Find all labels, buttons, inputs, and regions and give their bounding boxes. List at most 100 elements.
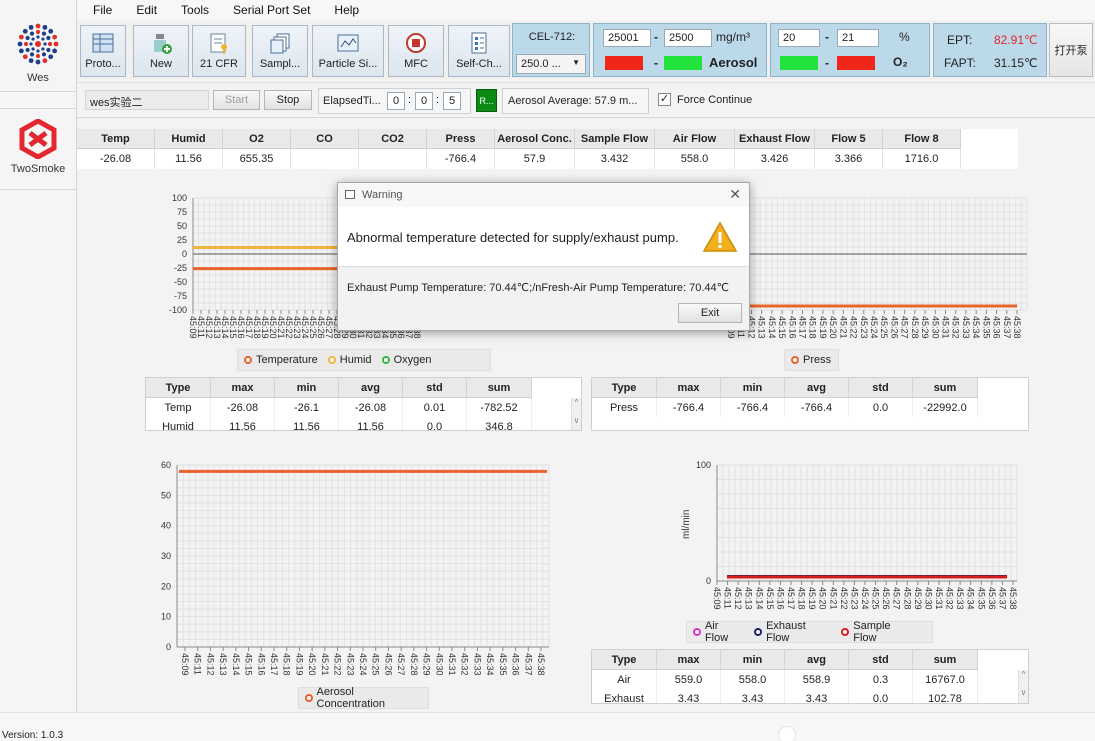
sidebar-app-twosmoke[interactable]: TwoSmoke xyxy=(0,108,76,190)
x-tick-label: 45:32 xyxy=(460,653,470,676)
stats-column-header[interactable]: sum xyxy=(913,650,978,670)
legend-air-flow[interactable]: Air Flow xyxy=(693,620,744,644)
logo-dot xyxy=(22,54,28,60)
oxygen-min-input[interactable]: 20 xyxy=(778,29,820,47)
checklist-icon xyxy=(467,32,491,54)
legend-humid[interactable]: Humid xyxy=(327,354,372,366)
column-header[interactable]: Temp xyxy=(77,129,155,149)
scroll-up-icon[interactable]: ^ xyxy=(1022,670,1026,679)
column-header[interactable]: Flow 8 xyxy=(883,129,961,149)
stats-column-header[interactable]: avg xyxy=(785,378,849,398)
x-tick-label: 45:15 xyxy=(777,316,787,339)
column-header[interactable]: Sample Flow xyxy=(575,129,655,149)
stats-column-header[interactable]: Type xyxy=(592,650,657,670)
cel-select[interactable]: 250.0 ... ▼ xyxy=(516,54,586,74)
x-tick-label: 45:27 xyxy=(892,587,902,610)
column-header[interactable]: Press xyxy=(427,129,495,149)
x-tick-label: 45:22 xyxy=(839,587,849,610)
legend-dot-icon xyxy=(754,628,763,636)
menu-edit[interactable]: Edit xyxy=(124,3,169,17)
cfr-button[interactable]: 21 CFR xyxy=(192,25,246,77)
stats-column-header[interactable]: Type xyxy=(592,378,657,398)
logo-dot xyxy=(48,54,54,60)
stats-cell: 346.8 xyxy=(467,417,532,430)
menu-tools[interactable]: Tools xyxy=(169,3,221,17)
stats-column-header[interactable]: sum xyxy=(913,378,978,398)
stats-column-header[interactable]: std xyxy=(403,378,467,398)
x-tick-label: 45:35 xyxy=(976,587,986,610)
scroll-down-icon[interactable]: v xyxy=(1022,688,1026,697)
self-check-button[interactable]: Self-Ch... xyxy=(448,25,510,77)
stats-column-header[interactable]: max xyxy=(657,378,721,398)
stats-column-header[interactable]: min xyxy=(275,378,339,398)
press-chart-legend: Press xyxy=(784,349,839,371)
stats-scrollbar[interactable]: ^ v xyxy=(1018,670,1028,703)
dialog-titlebar: Warning ✕ xyxy=(338,183,749,207)
stats-column-header[interactable]: std xyxy=(849,378,913,398)
stop-button[interactable]: Stop xyxy=(264,90,312,110)
oxygen-unit: % xyxy=(899,30,910,44)
menu-help[interactable]: Help xyxy=(322,3,371,17)
column-header[interactable]: Exhaust Flow xyxy=(735,129,815,149)
menu-bar: File Edit Tools Serial Port Set Help xyxy=(77,0,1095,20)
column-header[interactable]: CO2 xyxy=(359,129,427,149)
stats-column-header[interactable]: avg xyxy=(785,650,849,670)
stats-column-header[interactable]: max xyxy=(211,378,275,398)
table-cell: 57.9 xyxy=(495,149,575,169)
y-tick-label: 60 xyxy=(161,460,171,470)
legend-exhaust-flow[interactable]: Exhaust Flow xyxy=(754,620,831,644)
sidebar-app-wes[interactable]: Wes xyxy=(0,10,76,92)
stats-column-header[interactable]: sum xyxy=(467,378,532,398)
scroll-up-icon[interactable]: ^ xyxy=(575,398,579,407)
stats-column-header[interactable]: max xyxy=(657,650,721,670)
logo-dot xyxy=(43,42,47,46)
legend-oxygen[interactable]: Oxygen xyxy=(381,354,431,366)
record-button[interactable]: R... xyxy=(476,89,497,112)
aerosol-max-input[interactable]: 2500 xyxy=(664,29,712,47)
stats-cell: -766.4 xyxy=(785,398,849,417)
logo-dot xyxy=(36,35,40,39)
elapsed-seconds[interactable]: 5 xyxy=(443,92,461,110)
stats-scrollbar[interactable]: ^ v xyxy=(571,398,581,430)
column-header[interactable]: Aerosol Conc. xyxy=(495,129,575,149)
menu-serial-port-set[interactable]: Serial Port Set xyxy=(221,3,322,17)
legend-aerosol-concentration[interactable]: Aerosol Concentration xyxy=(305,686,412,710)
stats-column-header[interactable]: Type xyxy=(146,378,211,398)
stats-column-header[interactable]: min xyxy=(721,378,785,398)
sample-button-label: Sampl... xyxy=(259,58,301,70)
stats-column-header[interactable]: std xyxy=(849,650,913,670)
open-pump-button[interactable]: 打开泵 xyxy=(1049,23,1093,77)
exit-button[interactable]: Exit xyxy=(678,303,742,323)
oxygen-max-input[interactable]: 21 xyxy=(837,29,879,47)
column-header[interactable]: CO xyxy=(291,129,359,149)
force-continue-checkbox[interactable]: ✓ xyxy=(658,93,671,106)
elapsed-hours[interactable]: 0 xyxy=(387,92,405,110)
start-button[interactable]: Start xyxy=(213,90,260,110)
new-button[interactable]: New xyxy=(133,25,189,77)
mfc-button[interactable]: MFC xyxy=(388,25,444,77)
stats-column-header[interactable]: avg xyxy=(339,378,403,398)
close-icon[interactable]: ✕ xyxy=(729,186,741,203)
column-header[interactable]: Humid xyxy=(155,129,223,149)
x-tick-label: 45:35 xyxy=(498,653,508,676)
record-icon xyxy=(404,32,428,54)
stats-column-header[interactable]: min xyxy=(721,650,785,670)
column-header[interactable]: Air Flow xyxy=(655,129,735,149)
elapsed-minutes[interactable]: 0 xyxy=(415,92,433,110)
scroll-down-icon[interactable]: v xyxy=(575,416,579,425)
menu-file[interactable]: File xyxy=(77,3,124,17)
chart-window-icon xyxy=(336,32,360,54)
column-header[interactable]: Flow 5 xyxy=(815,129,883,149)
legend-sample-flow[interactable]: Sample Flow xyxy=(841,620,916,644)
table-cell: 3.432 xyxy=(575,149,655,169)
experiment-name-input[interactable]: wes实验二 xyxy=(85,90,209,110)
legend-press[interactable]: Press xyxy=(791,354,831,366)
stats-cell: -766.4 xyxy=(657,398,721,417)
x-tick-label: 45:34 xyxy=(971,316,981,339)
aerosol-min-input[interactable]: 25001 xyxy=(603,29,651,47)
legend-temperature[interactable]: Temperature xyxy=(244,354,318,366)
sample-button[interactable]: Sampl... xyxy=(252,25,308,77)
protocol-button[interactable]: Proto... xyxy=(80,25,126,77)
column-header[interactable]: O2 xyxy=(223,129,291,149)
particle-size-button[interactable]: Particle Si... xyxy=(312,25,384,77)
